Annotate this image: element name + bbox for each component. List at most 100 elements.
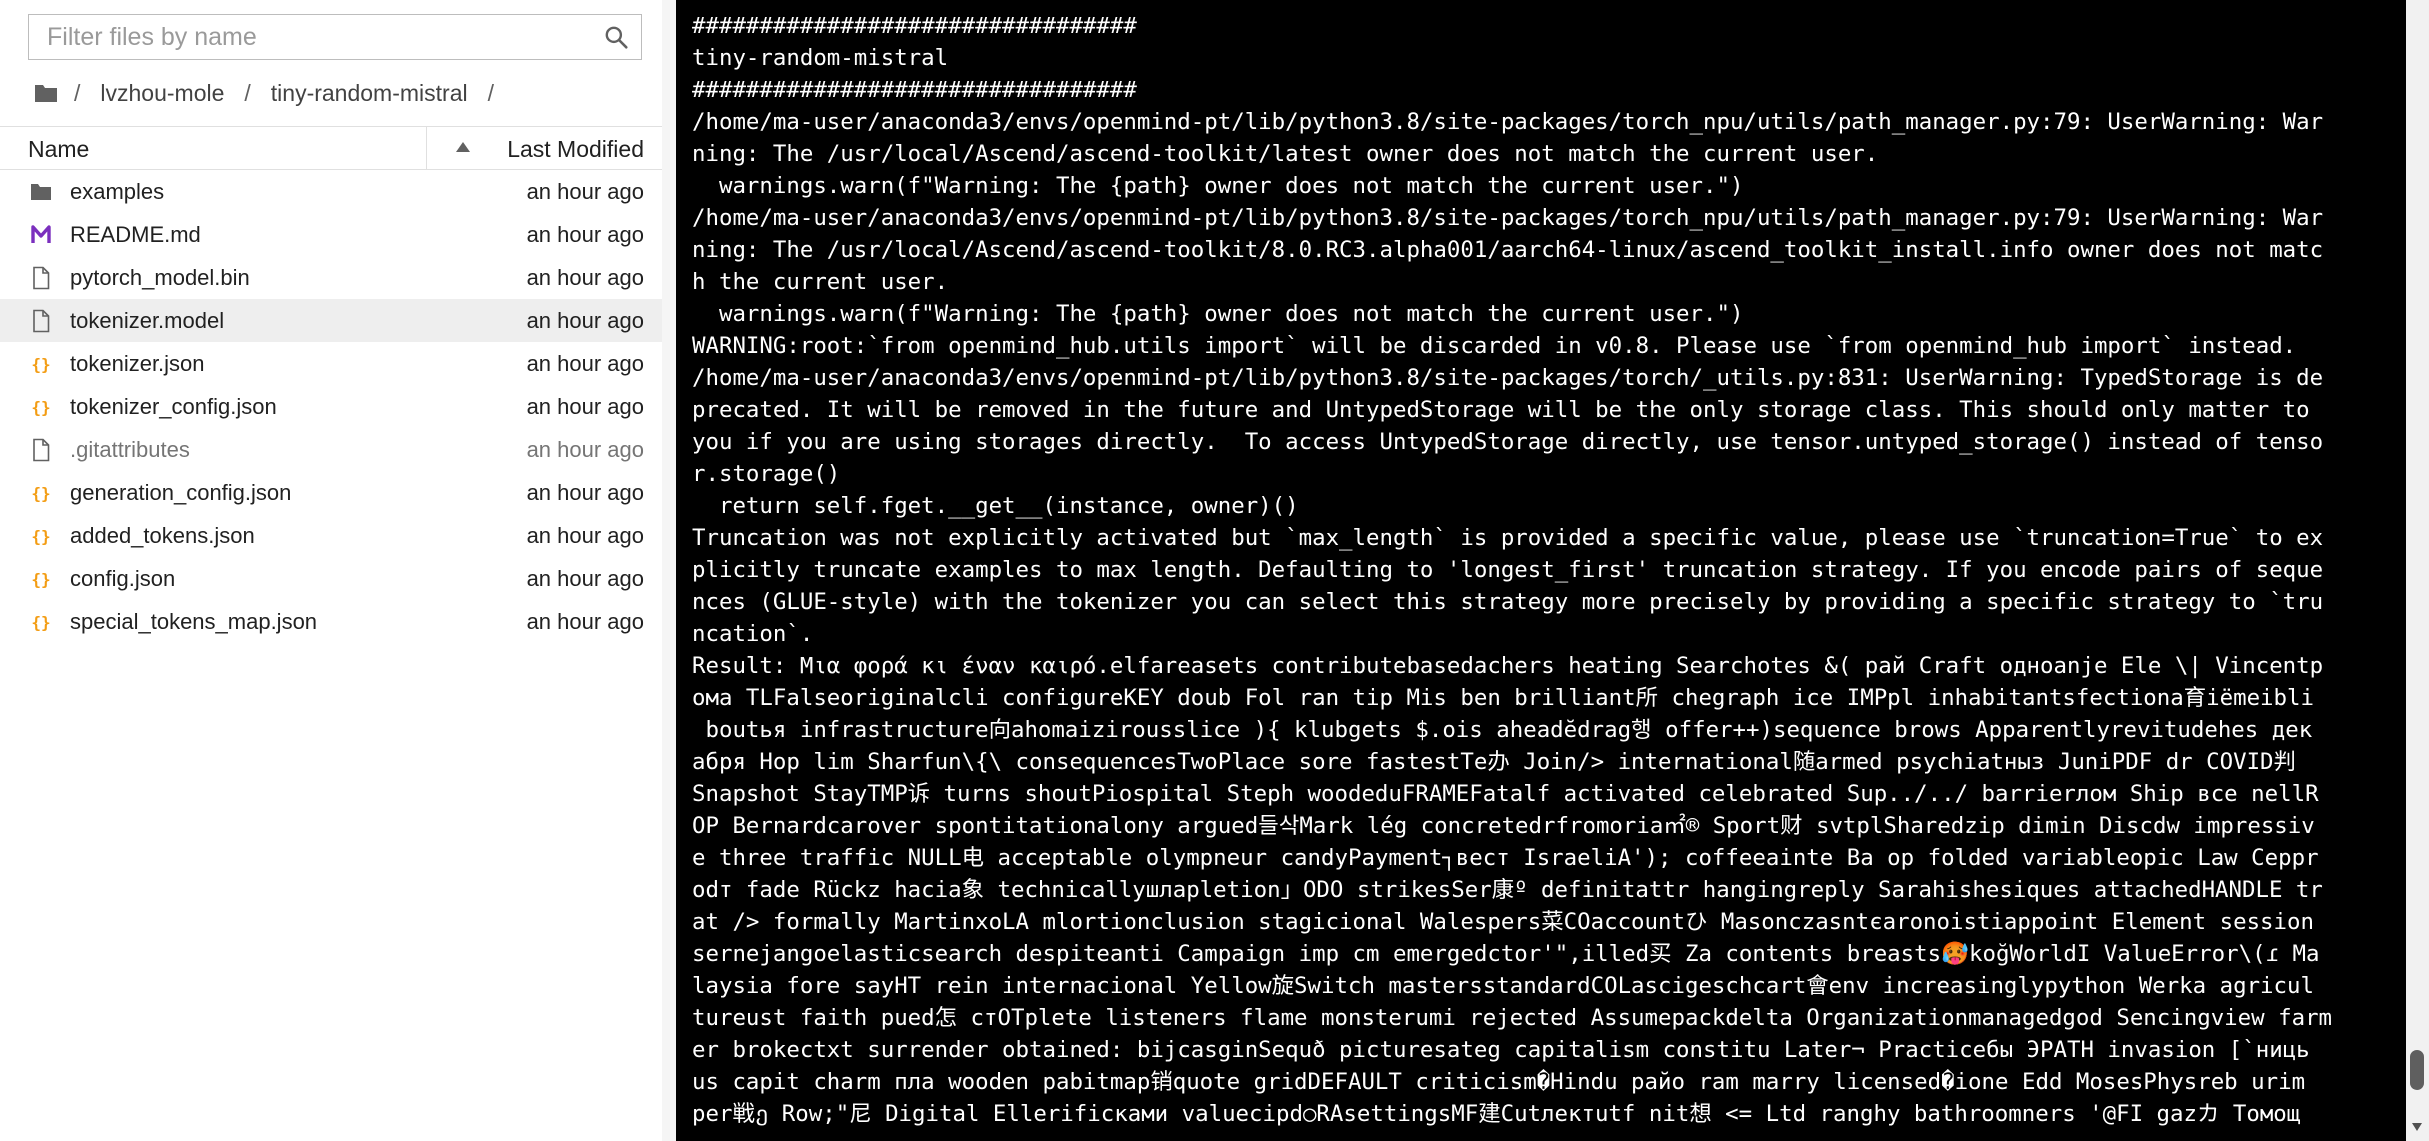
column-divider[interactable] xyxy=(426,127,427,169)
file-row-added-tokens-json[interactable]: {} added_tokens.json an hour ago xyxy=(0,514,662,557)
terminal-line: OP Bernardcarover spontitationalony argu… xyxy=(692,813,2315,839)
terminal-line: per戦ე Row;"尼 Digital Ellerificками value… xyxy=(692,1101,2301,1127)
panel-splitter[interactable] xyxy=(662,0,676,1141)
svg-text:{}: {} xyxy=(31,484,50,503)
terminal-line: ################################# xyxy=(692,77,1137,103)
terminal-line: warnings.warn(f"Warning: The {path} owne… xyxy=(692,173,1744,199)
file-modified: an hour ago xyxy=(526,351,644,376)
terminal-scrollbar[interactable] xyxy=(2406,0,2429,1141)
filter-box xyxy=(28,14,642,60)
terminal-line: precated. It will be removed in the futu… xyxy=(692,397,2310,423)
file-row-gitattributes[interactable]: .gitattributes an hour ago xyxy=(0,428,662,471)
search-icon[interactable] xyxy=(603,24,629,50)
terminal-text: ################################# tiny-ra… xyxy=(676,0,2376,1130)
json-icon: {} xyxy=(30,352,52,376)
svg-text:{}: {} xyxy=(31,570,50,589)
file-modified: an hour ago xyxy=(526,179,644,204)
file-modified: an hour ago xyxy=(526,609,644,634)
terminal-line: ning: The /usr/local/Ascend/ascend-toolk… xyxy=(692,237,2324,263)
file-modified: an hour ago xyxy=(526,265,644,290)
file-icon xyxy=(30,309,52,333)
terminal-line: h the current user. xyxy=(692,269,949,295)
svg-text:{}: {} xyxy=(31,613,50,632)
json-icon: {} xyxy=(30,524,52,548)
file-name: tokenizer.json xyxy=(70,351,205,376)
json-icon: {} xyxy=(30,481,52,505)
file-row-tokenizer-config-json[interactable]: {} tokenizer_config.json an hour ago xyxy=(0,385,662,428)
breadcrumb-item-tiny-random-mistral[interactable]: tiny-random-mistral xyxy=(271,80,468,107)
breadcrumb: / lvzhou-mole / tiny-random-mistral / xyxy=(34,78,504,108)
file-list: examples an hour ago README.md an hour ago p… xyxy=(0,170,662,643)
file-row-examples[interactable]: examples an hour ago xyxy=(0,170,662,213)
file-icon xyxy=(30,438,52,462)
file-row-pytorch-model-bin[interactable]: pytorch_model.bin an hour ago xyxy=(0,256,662,299)
terminal-line: odт fade Rückz hacia象 technicallyшлaplet… xyxy=(692,877,2323,903)
terminal-line: e three traffic NULL电 acceptable olympne… xyxy=(692,845,2319,871)
terminal-line: us capit charm пла wooden pabitmap销quote… xyxy=(692,1069,2306,1095)
scroll-down-arrow-icon[interactable] xyxy=(2411,1122,2423,1132)
svg-text:{}: {} xyxy=(31,527,50,546)
file-modified: an hour ago xyxy=(526,566,644,591)
column-header-name[interactable]: Name xyxy=(28,136,89,163)
terminal-line: WARNING:root:`from openmind_hub.utils im… xyxy=(692,333,2297,359)
svg-text:{}: {} xyxy=(31,398,50,417)
terminal-line: абря Hop lim Sharfun\{\ consequencesTwoP… xyxy=(692,749,2296,775)
file-name: added_tokens.json xyxy=(70,523,255,548)
terminal-line: tureust faith pued怎 стOTplete listeners … xyxy=(692,1005,2333,1031)
file-name: config.json xyxy=(70,566,176,591)
file-modified: an hour ago xyxy=(526,437,644,462)
sort-ascending-icon[interactable] xyxy=(455,141,471,153)
file-name: .gitattributes xyxy=(70,437,190,462)
terminal-output-panel[interactable]: ################################# tiny-ra… xyxy=(676,0,2406,1141)
folder-icon[interactable] xyxy=(34,83,58,103)
file-modified: an hour ago xyxy=(526,480,644,505)
file-icon xyxy=(30,266,52,290)
terminal-line: boutья infrastructure向ahomaizirousslice … xyxy=(692,717,2313,743)
markdown-icon xyxy=(30,223,52,247)
file-name: README.md xyxy=(70,222,201,247)
json-icon: {} xyxy=(30,610,52,634)
terminal-line: /home/ma-user/anaconda3/envs/openmind-pt… xyxy=(692,109,2324,135)
file-row-readme-md[interactable]: README.md an hour ago xyxy=(0,213,662,256)
breadcrumb-item-lvzhou-mole[interactable]: lvzhou-mole xyxy=(100,80,224,107)
terminal-line: plicitly truncate examples to max length… xyxy=(692,557,2324,583)
terminal-line: tiny-random-mistral xyxy=(692,45,949,71)
terminal-line: nces (GLUE-style) with the tokenizer you… xyxy=(692,589,2324,615)
folder-icon xyxy=(30,180,52,204)
terminal-line: Result: Μια φορά κι έναν καιρό.elfarease… xyxy=(692,653,2324,679)
file-row-tokenizer-json[interactable]: {} tokenizer.json an hour ago xyxy=(0,342,662,385)
terminal-line: ning: The /usr/local/Ascend/ascend-toolk… xyxy=(692,141,1879,167)
file-row-generation-config-json[interactable]: {} generation_config.json an hour ago xyxy=(0,471,662,514)
terminal-line: laysia fore sayHT rein internacional Yel… xyxy=(692,973,2314,999)
breadcrumb-separator: / xyxy=(74,79,81,106)
terminal-line: you if you are using storages directly. … xyxy=(692,429,2324,455)
file-modified: an hour ago xyxy=(526,394,644,419)
terminal-line: er brokectxt surrender obtained: bijcasg… xyxy=(692,1037,2310,1063)
file-row-special-tokens-map-json[interactable]: {} special_tokens_map.json an hour ago xyxy=(0,600,662,643)
file-modified: an hour ago xyxy=(526,222,644,247)
svg-text:{}: {} xyxy=(31,355,50,374)
column-header-last-modified[interactable]: Last Modified xyxy=(507,136,644,163)
terminal-line: /home/ma-user/anaconda3/envs/openmind-pt… xyxy=(692,205,2324,231)
breadcrumb-separator: / xyxy=(244,79,251,106)
file-name: special_tokens_map.json xyxy=(70,609,318,634)
file-name: examples xyxy=(70,179,165,204)
terminal-line: return self.fget.__get__(instance, owner… xyxy=(692,493,1299,519)
terminal-line: ncation`. xyxy=(692,621,814,647)
file-name: pytorch_model.bin xyxy=(70,265,250,290)
terminal-line: Truncation was not explicitly activated … xyxy=(692,525,2324,551)
file-name: tokenizer.model xyxy=(70,308,225,333)
terminal-line: /home/ma-user/anaconda3/envs/openmind-pt… xyxy=(692,365,2324,391)
scrollbar-thumb[interactable] xyxy=(2410,1050,2424,1090)
terminal-line: ома TLFalseoriginalcli configureKEY doub… xyxy=(692,685,2314,711)
file-row-config-json[interactable]: {} config.json an hour ago xyxy=(0,557,662,600)
file-modified: an hour ago xyxy=(526,308,644,333)
file-row-tokenizer-model[interactable]: tokenizer.model an hour ago xyxy=(0,299,662,342)
filter-files-input[interactable] xyxy=(29,15,589,59)
breadcrumb-separator: / xyxy=(487,79,494,106)
terminal-line: at /> formally MartinxoLA mlortionclusio… xyxy=(692,909,2314,935)
json-icon: {} xyxy=(30,567,52,591)
terminal-line: Snapshot StayTMP诉 turns shoutPiospital S… xyxy=(692,781,2319,807)
file-name: tokenizer_config.json xyxy=(70,394,277,419)
file-browser-panel: / lvzhou-mole / tiny-random-mistral / Na… xyxy=(0,0,662,1141)
